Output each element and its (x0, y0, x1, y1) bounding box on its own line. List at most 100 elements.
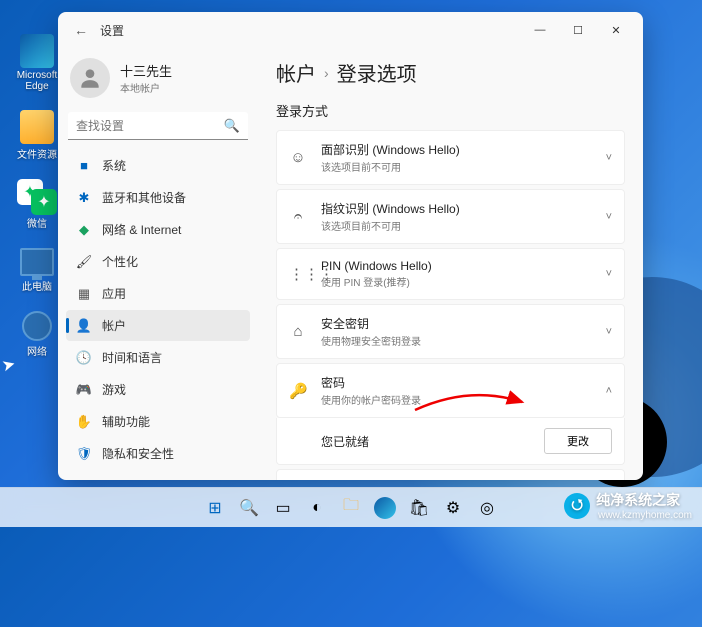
nav-label: 游戏 (102, 381, 126, 398)
user-block[interactable]: 十三先生 本地帐户 (66, 52, 250, 110)
desktop-icon-label: Microsoft Edge (12, 70, 62, 92)
password-expanded: 您已就绪 更改 (276, 418, 625, 465)
chevron-up-icon: ˄ (606, 385, 612, 397)
sidebar-item-3[interactable]: 🖌 个性化 (66, 246, 250, 277)
nav-icon: 👤 (76, 318, 92, 334)
nav-icon: ■ (76, 158, 92, 174)
section-title: 登录方式 (276, 101, 625, 120)
signin-option-1[interactable]: 𝄐指纹识别 (Windows Hello)该选项目前不可用˅ (276, 189, 625, 244)
taskbar-app-icon[interactable]: ◎ (473, 494, 501, 522)
back-button[interactable]: ← (66, 22, 96, 38)
option-title: 密码 (321, 374, 592, 391)
desktop-icon-folder[interactable]: 文件资源 (12, 110, 62, 161)
change-button[interactable]: 更改 (544, 428, 612, 454)
breadcrumb-current: 登录选项 (337, 58, 417, 87)
sidebar-item-1[interactable]: ✱蓝牙和其他设备 (66, 182, 250, 213)
maximize-button[interactable]: ☐ (559, 15, 597, 45)
watermark-logo-icon: ⭯ (564, 493, 590, 519)
nav-label: 辅助功能 (102, 413, 150, 430)
option-subtitle: 该选项目前不可用 (321, 159, 592, 174)
desktop-icons: Microsoft Edge 文件资源 ✦✦ 微信 此电脑 网络 (12, 34, 62, 358)
sidebar-item-9[interactable]: 🛡隐私和安全性 (66, 438, 250, 469)
user-name: 十三先生 (120, 61, 172, 80)
sidebar-item-2[interactable]: ◆ 网络 & Internet (66, 214, 250, 245)
edge-icon (20, 34, 54, 68)
nav-icon: ✋ (76, 414, 92, 430)
widgets-icon[interactable]: ◐ (303, 494, 331, 522)
option-icon: ⌂ (289, 323, 307, 340)
main-content: 帐户 › 登录选项 登录方式 ☺面部识别 (Windows Hello)该选项目… (258, 48, 643, 480)
nav-list: ■ 系统 ✱蓝牙和其他设备 ◆ 网络 & Internet 🖌 个性化 ▦ 应用 👤帐户 🕓 时间和语… (66, 150, 250, 472)
nav-icon: ▦ (76, 286, 92, 302)
nav-label: 时间和语言 (102, 349, 162, 366)
sidebar-item-6[interactable]: 🕓 时间和语言 (66, 342, 250, 373)
option-picture-password[interactable]: ▦ 图片密码 轻扫并点击你最喜爱的照片以解锁设备 ˅ (276, 469, 625, 480)
explorer-icon[interactable]: 🗀 (337, 494, 365, 522)
minimize-button[interactable]: — (521, 15, 559, 45)
option-title: 安全密钥 (321, 315, 592, 332)
desktop-icon-label: 此电脑 (22, 278, 52, 293)
nav-label: 应用 (102, 285, 126, 302)
chevron-right-icon: › (324, 65, 329, 81)
option-title: 指纹识别 (Windows Hello) (321, 200, 592, 217)
signin-option-2[interactable]: ⋮⋮⋮PIN (Windows Hello)使用 PIN 登录(推荐)˅ (276, 248, 625, 300)
nav-icon: ◆ (76, 222, 92, 238)
desktop-icon-network[interactable]: 网络 (12, 311, 62, 358)
chevron-down-icon: ˅ (606, 152, 612, 164)
signin-option-0[interactable]: ☺ 面部识别 (Windows Hello)该选项目前不可用 ˅ (276, 130, 625, 185)
pc-icon (20, 248, 54, 276)
folder-icon (20, 110, 54, 144)
desktop-icon-label: 微信 (27, 215, 47, 230)
sidebar-item-8[interactable]: ✋ 辅助功能 (66, 406, 250, 437)
sidebar-item-5[interactable]: 👤帐户 (66, 310, 250, 341)
taskbar-search-icon[interactable]: 🔍 (235, 494, 263, 522)
option-icon: ☺ (289, 149, 307, 166)
window-title: 设置 (100, 22, 124, 39)
nav-icon: 🛡 (76, 446, 92, 462)
sidebar-item-4[interactable]: ▦ 应用 (66, 278, 250, 309)
search-icon: 🔍 (224, 118, 240, 134)
breadcrumb-parent[interactable]: 帐户 (276, 58, 316, 87)
taskbar-settings-icon[interactable]: ⚙ (439, 494, 467, 522)
nav-label: 系统 (102, 157, 126, 174)
breadcrumb: 帐户 › 登录选项 (276, 58, 625, 87)
watermark-url: www.kzmyhome.com (598, 510, 692, 521)
chevron-down-icon: ˅ (606, 326, 612, 338)
search-input[interactable] (68, 112, 248, 140)
nav-icon: 🕓 (76, 350, 92, 366)
option-password[interactable]: 🔑 密码 使用你的帐户密码登录 ˄ (276, 363, 625, 418)
desktop-icon-label: 文件资源 (17, 146, 57, 161)
task-view-icon[interactable]: ▭ (269, 494, 297, 522)
option-title: 面部识别 (Windows Hello) (321, 141, 592, 158)
option-icon: ⋮⋮⋮ (289, 265, 307, 283)
watermark-brand: 纯净系统之家 (596, 490, 692, 510)
close-button[interactable]: ✕ (597, 15, 635, 45)
nav-label: 网络 & Internet (102, 221, 181, 238)
option-icon: 𝄐 (289, 208, 307, 225)
nav-label: 蓝牙和其他设备 (102, 189, 186, 206)
sidebar: 十三先生 本地帐户 🔍 ■ 系统 ✱蓝牙和其他设备 ◆ 网络 & Internet 🖌 个性… (58, 48, 258, 480)
sidebar-item-0[interactable]: ■ 系统 (66, 150, 250, 181)
sidebar-item-10[interactable]: ↻Windows 更新 (66, 470, 250, 472)
option-subtitle: 使用 PIN 登录(推荐) (321, 274, 592, 289)
desktop-icon-wechat[interactable]: ✦✦ 微信 (12, 179, 62, 230)
key-icon: 🔑 (289, 382, 307, 400)
nav-icon: 🎮 (76, 382, 92, 398)
taskbar-edge-icon[interactable] (371, 494, 399, 522)
nav-icon: 🖌 (76, 254, 92, 270)
sidebar-item-7[interactable]: 🎮 游戏 (66, 374, 250, 405)
nav-label: 个性化 (102, 253, 138, 270)
signin-option-3[interactable]: ⌂安全密钥使用物理安全密钥登录˅ (276, 304, 625, 359)
titlebar[interactable]: ← 设置 — ☐ ✕ (58, 12, 643, 48)
start-button[interactable]: ⊞ (201, 494, 229, 522)
desktop-icon-thispc[interactable]: 此电脑 (12, 248, 62, 293)
option-subtitle: 该选项目前不可用 (321, 218, 592, 233)
wechat-icon: ✦✦ (17, 179, 57, 213)
search-box[interactable]: 🔍 (68, 112, 248, 140)
chevron-down-icon: ˅ (606, 268, 612, 280)
store-icon[interactable]: 🛍 (405, 494, 433, 522)
password-status: 您已就绪 (321, 433, 530, 450)
option-subtitle: 使用你的帐户密码登录 (321, 392, 592, 407)
avatar-icon (70, 58, 110, 98)
desktop-icon-edge[interactable]: Microsoft Edge (12, 34, 62, 92)
